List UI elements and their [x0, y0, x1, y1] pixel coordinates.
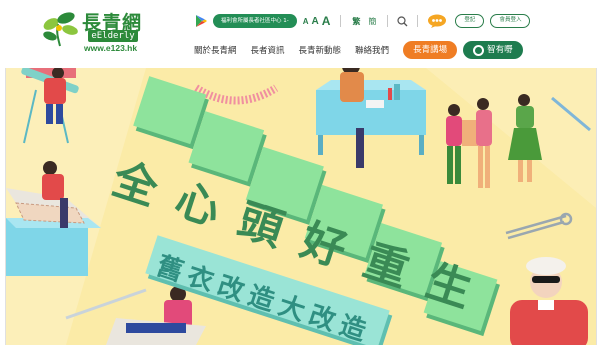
nav-item-contact[interactable]: 聯絡我們 — [355, 44, 389, 56]
logo-url: www.e123.hk — [84, 43, 138, 53]
main-nav: 關於長青網 長者資訊 長青新動態 聯絡我們 長青講場 智有嘢 — [194, 40, 523, 60]
nav-item-about[interactable]: 關於長青網 — [194, 44, 237, 56]
wisdom-button[interactable]: 智有嘢 — [463, 41, 523, 59]
lang-traditional-button[interactable]: 繁 — [352, 16, 360, 27]
logo-english-name: eElderly — [88, 30, 138, 42]
page-right-edge — [596, 68, 602, 345]
nav-item-news[interactable]: 長青新動態 — [299, 44, 342, 56]
search-icon[interactable] — [397, 15, 408, 27]
leaf-logo-icon — [43, 12, 78, 47]
nav-item-elderly-info[interactable]: 長者資訊 — [251, 44, 285, 56]
hero-banner[interactable]: 全心頭好重生 舊衣改造大改造 — [6, 68, 596, 345]
site-logo[interactable]: 長青網 eElderly www.e123.hk — [42, 8, 142, 53]
font-size-medium-button[interactable]: A — [312, 16, 319, 27]
site-header: 長青網 eElderly www.e123.hk 福利會所屬長者社區中心 1- … — [0, 0, 602, 68]
banner-illustration: 全心頭好重生 舊衣改造大改造 — [6, 68, 596, 345]
talk-button[interactable]: 長青講場 — [403, 41, 458, 59]
centre-selector-button[interactable]: 福利會所屬長者社區中心 1- — [213, 14, 297, 28]
chat-bubble-icon[interactable] — [427, 14, 447, 28]
divider — [340, 15, 342, 27]
login-button[interactable]: 會員登入 — [490, 14, 531, 28]
font-size-small-button[interactable]: A — [303, 17, 309, 26]
star-icon — [473, 44, 485, 56]
register-button[interactable]: 登記 — [455, 14, 485, 28]
lang-simplified-button[interactable]: 簡 — [368, 16, 376, 27]
divider — [417, 15, 419, 27]
google-play-icon[interactable] — [194, 14, 208, 28]
talk-button-label: 長青講場 — [413, 45, 448, 55]
wisdom-button-label: 智有嘢 — [487, 45, 513, 55]
divider — [387, 15, 389, 27]
font-size-large-button[interactable]: A — [322, 14, 331, 28]
utility-bar: 福利會所屬長者社區中心 1- A A A 繁 簡 登記 會員登入 — [194, 12, 531, 30]
